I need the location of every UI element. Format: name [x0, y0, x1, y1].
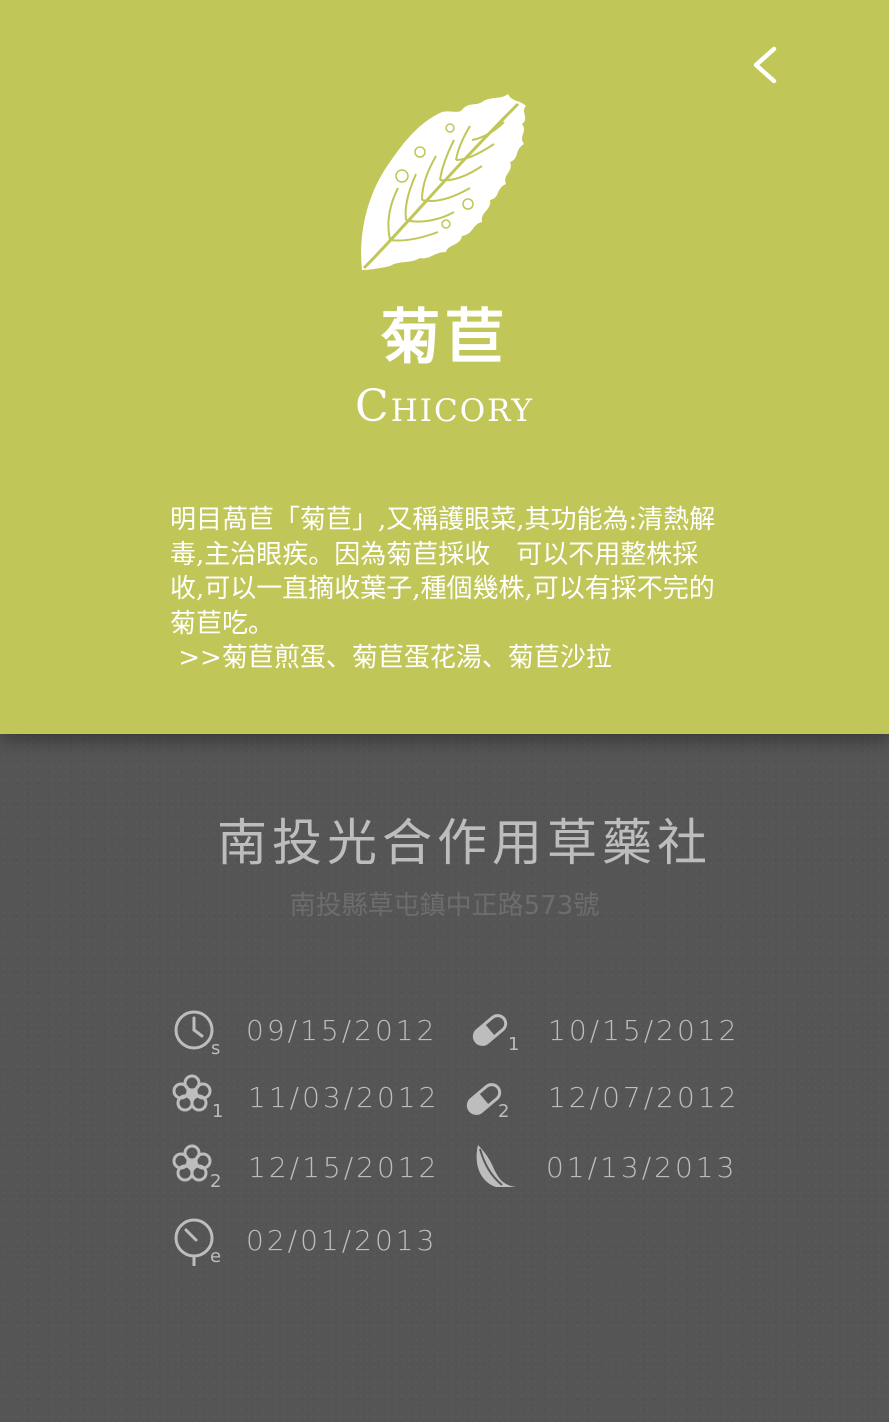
leaf-icon	[472, 1141, 520, 1193]
org-name: 南投光合作用草藥社	[217, 814, 712, 872]
schedule-item-pill-2: 2 12/07/2012	[462, 1071, 739, 1123]
plant-name-en: Chicory	[355, 381, 534, 432]
schedule-item-flower-2: 2 12/15/2012	[172, 1141, 439, 1193]
schedule-date: 12/07/2012	[548, 1080, 740, 1114]
schedule-item-leaf: 01/13/2013	[472, 1141, 737, 1193]
schedule-sub-label: e	[210, 1246, 222, 1267]
schedule-sub-label: s	[211, 1038, 221, 1059]
org-address: 南投縣草屯鎮中正路573號	[289, 891, 600, 921]
plant-header: 菊苣 Chicory 明目萵苣「菊苣」,又稱護眼菜,其功能為:清熱解毒,主治眼疾…	[0, 0, 889, 734]
plant-description: 明目萵苣「菊苣」,又稱護眼菜,其功能為:清熱解毒,主治眼疾。因為菊苣採收 可以不…	[170, 505, 716, 673]
flower-icon: 2	[172, 1141, 222, 1193]
schedule-date: 11/03/2012	[248, 1080, 440, 1114]
pill-icon: 2	[462, 1071, 510, 1123]
schedule-item-sowing-start: s 09/15/2012	[172, 1004, 438, 1059]
schedule-date: 10/15/2012	[548, 1013, 740, 1047]
chevron-left-icon	[753, 46, 777, 84]
schedule-date: 02/01/2013	[246, 1223, 438, 1257]
schedule-date: 01/13/2013	[546, 1150, 738, 1184]
schedule-item-flower-1: 1 11/03/2012	[172, 1071, 439, 1123]
schedule-date: 12/15/2012	[248, 1150, 440, 1184]
clock-icon: e	[172, 1214, 222, 1267]
schedule-date: 09/15/2012	[246, 1013, 438, 1047]
schedule-item-harvest-end: e 02/01/2013	[172, 1214, 438, 1267]
schedule-sub-label: 1	[508, 1034, 520, 1055]
flower-icon: 1	[172, 1071, 224, 1123]
plant-name-zh: 菊苣	[380, 303, 509, 373]
schedule-sub-label: 1	[212, 1101, 224, 1122]
back-button[interactable]	[744, 40, 788, 90]
schedule-item-pill-1: 1 10/15/2012	[468, 1004, 739, 1056]
clock-icon: s	[172, 1004, 221, 1059]
chicory-leaf-illustration	[361, 94, 526, 270]
schedule-sub-label: 2	[210, 1171, 222, 1192]
pill-icon: 1	[468, 1004, 520, 1056]
schedule-sub-label: 2	[498, 1101, 510, 1122]
